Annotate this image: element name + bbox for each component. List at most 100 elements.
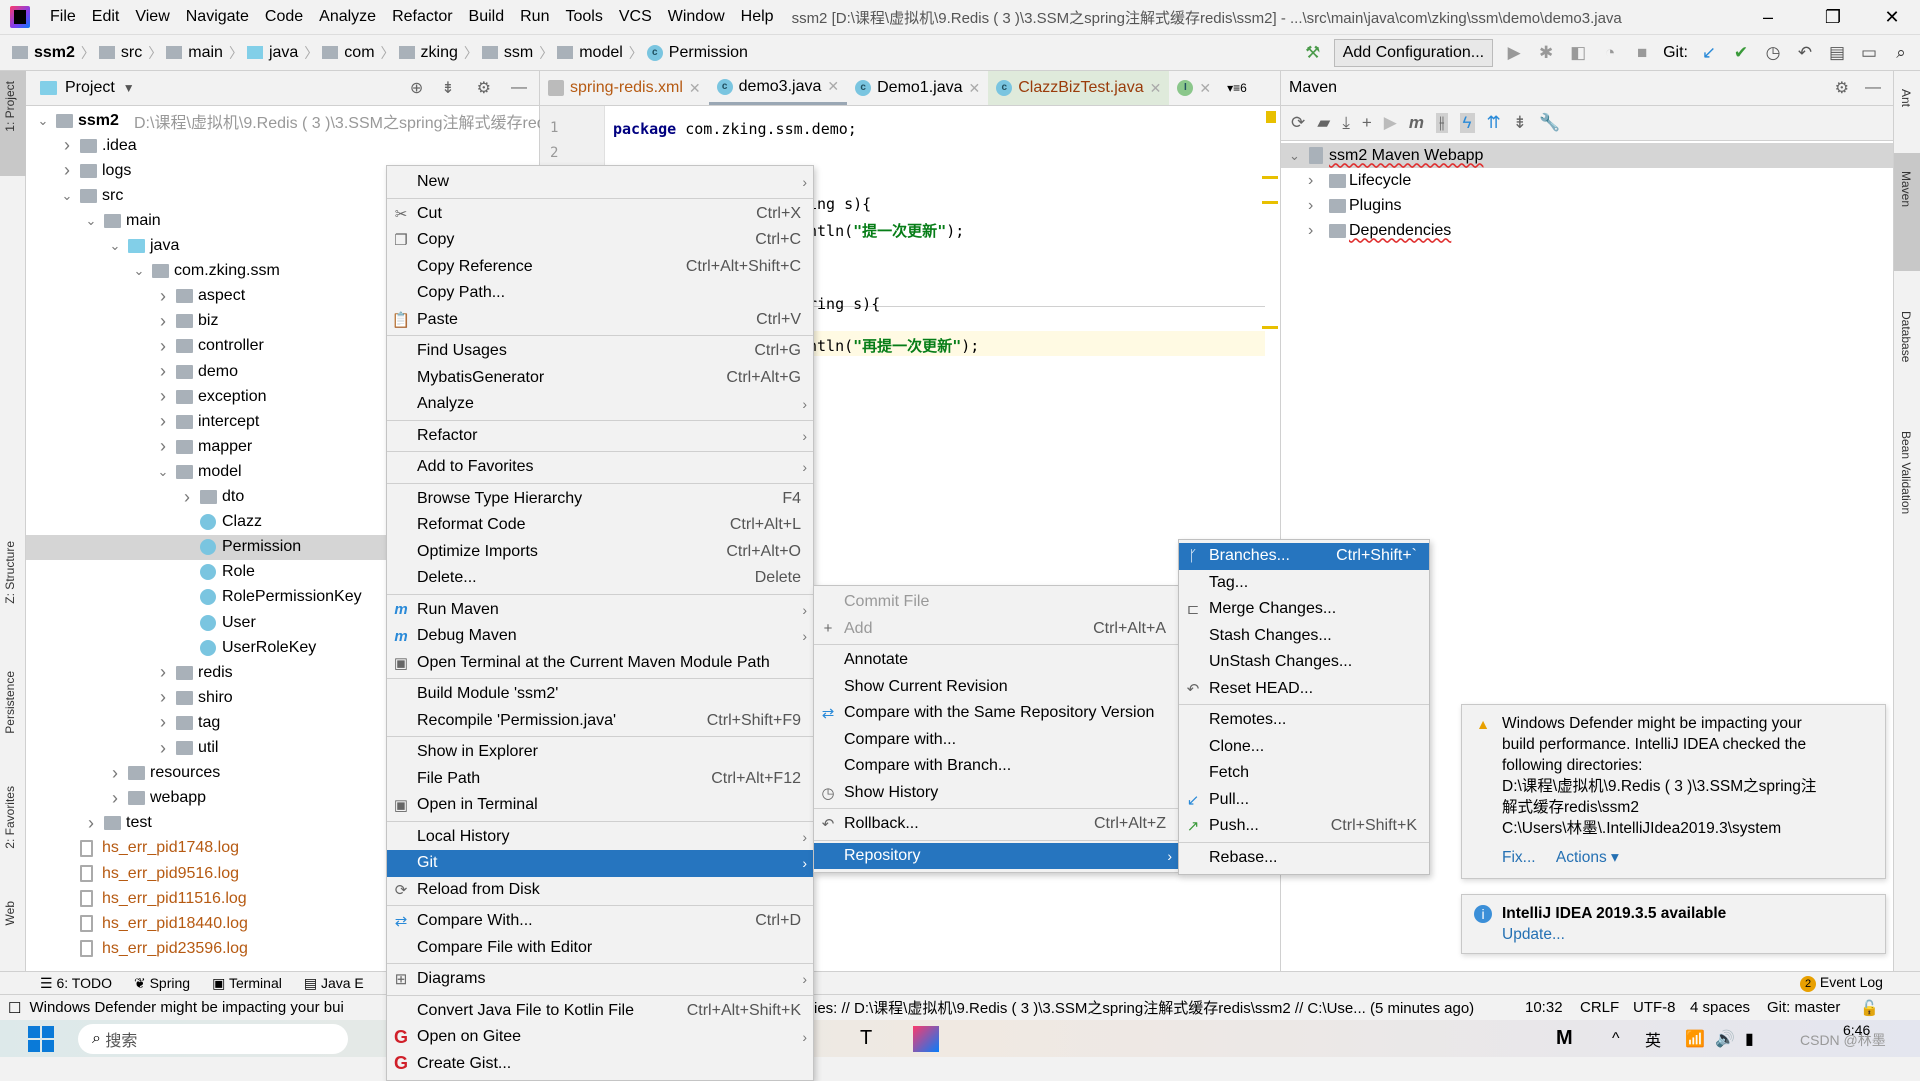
- menu-item-delete[interactable]: Delete... Delete: [387, 565, 813, 592]
- wifi-icon[interactable]: 📶: [1685, 1029, 1705, 1049]
- build-hammer-icon[interactable]: ⚒: [1302, 43, 1324, 63]
- menu-item-show-history[interactable]: ◷ Show History: [814, 780, 1178, 807]
- typora-icon[interactable]: T: [860, 1027, 872, 1050]
- menu-item-browse-type-hierarchy[interactable]: Browse Type Hierarchy F4: [387, 486, 813, 513]
- status-message-tail[interactable]: ies: // D:\课程\虚拟机\9.Redis ( 3 )\3.SSM之sp…: [814, 997, 1474, 1018]
- update-link[interactable]: Update...: [1502, 924, 1873, 945]
- menu-item-copy[interactable]: ❐ Copy Ctrl+C: [387, 227, 813, 254]
- menu-item-fetch[interactable]: Fetch: [1179, 760, 1429, 787]
- menu-item-compare-with[interactable]: ⇄ Compare With... Ctrl+D: [387, 908, 813, 935]
- menu-item-compare-with-the-same-repository-version[interactable]: ⇄ Compare with the Same Repository Versio…: [814, 700, 1178, 727]
- gear-icon[interactable]: ⚙: [1835, 78, 1849, 98]
- chevron-right-icon[interactable]: ›: [156, 662, 170, 683]
- chevron-right-icon[interactable]: ›: [156, 712, 170, 733]
- menu-item-stash-changes[interactable]: Stash Changes...: [1179, 623, 1429, 650]
- chevron-down-icon[interactable]: ▼: [123, 81, 135, 95]
- menu-item-show-in-explorer[interactable]: Show in Explorer: [387, 739, 813, 766]
- menu-item-mybatisgenerator[interactable]: MybatisGenerator Ctrl+Alt+G: [387, 365, 813, 392]
- structure-tool-button[interactable]: Z: Structure: [3, 541, 17, 604]
- chevron-right-icon[interactable]: ›: [156, 386, 170, 407]
- code-line-5[interactable]: ntln("提一次更新");: [808, 220, 964, 241]
- bean-validation-tool-button[interactable]: Bean Validation: [1899, 431, 1913, 514]
- chevron-down-icon[interactable]: ⌄: [1289, 148, 1300, 164]
- menu-item-open-on-gitee[interactable]: G Open on Gitee ›: [387, 1024, 813, 1051]
- wrench-icon[interactable]: 🔧: [1539, 113, 1560, 133]
- menu-view[interactable]: View: [127, 8, 177, 26]
- tree-item-idea[interactable]: › .idea: [26, 133, 540, 158]
- chevron-down-icon[interactable]: ⌄: [36, 113, 50, 129]
- tab-i[interactable]: I ✕: [1169, 71, 1219, 105]
- minimize-button[interactable]: –: [1740, 0, 1796, 35]
- add-configuration-button[interactable]: Add Configuration...: [1333, 39, 1494, 67]
- taskbar-search[interactable]: ⌕ 搜索: [78, 1023, 348, 1054]
- menu-item-copy-reference[interactable]: Copy Reference Ctrl+Alt+Shift+C: [387, 254, 813, 281]
- project-structure-icon[interactable]: ▤: [1826, 43, 1848, 63]
- tab-overflow-button[interactable]: ▾≡6: [1219, 71, 1255, 105]
- close-tab-icon[interactable]: ✕: [1150, 80, 1162, 97]
- git-branch[interactable]: Git: master: [1767, 999, 1840, 1016]
- maven-node-dependencies[interactable]: › Dependencies: [1281, 218, 1894, 243]
- menu-window[interactable]: Window: [660, 8, 733, 26]
- menu-code[interactable]: Code: [257, 8, 311, 26]
- reload-icon[interactable]: ⟳: [1291, 113, 1305, 133]
- chevron-right-icon[interactable]: ›: [156, 436, 170, 457]
- menu-item-file-path[interactable]: File Path Ctrl+Alt+F12: [387, 766, 813, 793]
- run-icon[interactable]: ▶: [1384, 113, 1397, 133]
- project-tool-button[interactable]: 1: Project: [3, 81, 17, 132]
- menu-item-add-to-favorites[interactable]: Add to Favorites ›: [387, 454, 813, 481]
- menu-file[interactable]: File: [42, 8, 84, 26]
- add-icon[interactable]: +: [1362, 113, 1372, 133]
- chevron-right-icon[interactable]: ›: [1308, 172, 1313, 190]
- menu-item-copy-path[interactable]: Copy Path...: [387, 280, 813, 307]
- chevron-right-icon[interactable]: ›: [156, 286, 170, 307]
- chevron-right-icon[interactable]: ›: [156, 336, 170, 357]
- windows-start-icon[interactable]: [28, 1025, 54, 1052]
- database-tool-button[interactable]: Database: [1899, 311, 1913, 362]
- maven-node-lifecycle[interactable]: › Lifecycle: [1281, 168, 1894, 193]
- collapse-all-icon[interactable]: ⇟: [441, 78, 454, 98]
- breadcrumb-item-permission[interactable]: c Permission: [646, 44, 748, 62]
- breadcrumb-item-src[interactable]: src 〉: [98, 43, 162, 63]
- menu-item-compare-with[interactable]: Compare with...: [814, 727, 1178, 754]
- menu-item-pull[interactable]: ↙ Pull...: [1179, 787, 1429, 814]
- todo-tool-button[interactable]: ☰ 6: TODO: [40, 975, 112, 992]
- chevron-down-icon[interactable]: ⌄: [156, 464, 170, 480]
- menu-item-open-terminal-at-the-current-maven-module-path[interactable]: ▣ Open Terminal at the Current Maven Modu…: [387, 650, 813, 677]
- locate-icon[interactable]: ⊕: [410, 78, 423, 98]
- menu-item-create-gist[interactable]: G Create Gist...: [387, 1051, 813, 1078]
- persistence-tool-button[interactable]: Persistence: [3, 671, 17, 734]
- menu-item-convert-java-file-to-kotlin-file[interactable]: Convert Java File to Kotlin File Ctrl+Alt…: [387, 998, 813, 1025]
- tab-clazzbiztest-java[interactable]: c ClazzBizTest.java ✕: [988, 71, 1170, 105]
- chevron-right-icon[interactable]: ›: [156, 738, 170, 759]
- code-line-4[interactable]: ing s){: [808, 195, 871, 213]
- tab-spring-redis-xml[interactable]: spring-redis.xml ✕: [540, 71, 709, 105]
- breadcrumb-item-model[interactable]: model 〉: [557, 43, 643, 63]
- warning-marker[interactable]: [1262, 201, 1278, 204]
- volume-icon[interactable]: 🔊: [1715, 1029, 1735, 1049]
- chevron-right-icon[interactable]: ›: [1308, 197, 1313, 215]
- chevron-right-icon[interactable]: ›: [108, 788, 122, 809]
- stop-icon[interactable]: ■: [1631, 43, 1653, 63]
- show-dependencies-icon[interactable]: ⇈: [1487, 113, 1501, 133]
- menu-item-cut[interactable]: ✂ Cut Ctrl+X: [387, 201, 813, 228]
- breadcrumb-item-ssm[interactable]: ssm 〉: [481, 43, 553, 63]
- close-button[interactable]: ✕: [1864, 0, 1920, 35]
- git-commit-icon[interactable]: ✔: [1730, 43, 1752, 63]
- menu-item-remotes[interactable]: Remotes...: [1179, 707, 1429, 734]
- maven-project-root[interactable]: ⌄ ssm2 Maven Webapp: [1281, 143, 1894, 168]
- chevron-right-icon[interactable]: ›: [156, 361, 170, 382]
- chevron-down-icon[interactable]: ⌄: [84, 213, 98, 229]
- menu-item-tag[interactable]: Tag...: [1179, 570, 1429, 597]
- hide-icon[interactable]: —: [511, 79, 527, 97]
- chevron-right-icon[interactable]: ›: [108, 763, 122, 784]
- menu-item-diagrams[interactable]: ⊞ Diagrams ›: [387, 966, 813, 993]
- warning-marker[interactable]: [1262, 176, 1278, 179]
- maven-tool-button[interactable]: Maven: [1899, 171, 1913, 207]
- ant-tool-button[interactable]: Ant: [1899, 89, 1913, 107]
- git-update-icon[interactable]: ↙: [1698, 43, 1720, 63]
- intellij-taskbar-icon[interactable]: [913, 1025, 939, 1052]
- profile-icon[interactable]: ◔: [1599, 43, 1621, 63]
- search-icon[interactable]: ⌕: [1890, 43, 1912, 63]
- project-panel-title[interactable]: Project: [65, 79, 115, 97]
- menu-build[interactable]: Build: [461, 8, 513, 26]
